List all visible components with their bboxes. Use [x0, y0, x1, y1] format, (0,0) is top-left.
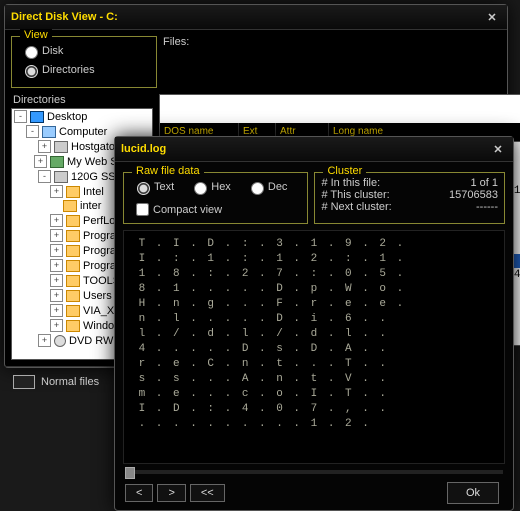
- lucid-title: lucid.log: [121, 143, 489, 155]
- normal-files-toggle[interactable]: Normal files: [13, 375, 99, 389]
- folder-icon: [66, 215, 80, 227]
- lucid-window: lucid.log ✕ Raw file data Text Hex Dec C…: [114, 136, 514, 511]
- radio-text[interactable]: Text: [132, 179, 174, 195]
- drive-icon: [54, 141, 68, 153]
- view-legend: View: [20, 29, 52, 41]
- lucid-titlebar[interactable]: lucid.log ✕: [115, 137, 513, 162]
- drive-icon: [54, 171, 68, 183]
- folder-icon: [66, 260, 80, 272]
- folder-icon: [66, 320, 80, 332]
- next-button[interactable]: >: [157, 484, 185, 502]
- folder-icon: [66, 305, 80, 317]
- tree-item-label: inter: [80, 200, 101, 212]
- expand-icon[interactable]: +: [34, 155, 47, 168]
- expand-icon[interactable]: +: [50, 214, 63, 227]
- close-icon[interactable]: ✕: [489, 140, 507, 158]
- site-icon: [50, 156, 64, 168]
- radio-hex[interactable]: Hex: [189, 179, 231, 195]
- cluster-group: Cluster # In this file:1 of 1 # This clu…: [314, 172, 505, 224]
- radio-directories[interactable]: Directories: [20, 62, 95, 78]
- tree-item-label: Desktop: [47, 111, 87, 123]
- folder-icon: [66, 275, 80, 287]
- folder-icon: [66, 245, 80, 257]
- expand-icon[interactable]: +: [50, 259, 63, 272]
- raw-data-view[interactable]: T . I . D . : . 3 . 1 . 9 . 2 . I . : . …: [123, 230, 505, 464]
- radio-dec[interactable]: Dec: [246, 179, 288, 195]
- tree-item-label: Computer: [59, 126, 107, 138]
- raw-data-group: Raw file data Text Hex Dec Compact view: [123, 172, 308, 224]
- expand-icon[interactable]: +: [50, 319, 63, 332]
- raw-legend: Raw file data: [132, 165, 204, 177]
- radio-disk[interactable]: Disk: [20, 43, 63, 59]
- expand-icon[interactable]: +: [50, 304, 63, 317]
- tree-item[interactable]: - Desktop: [12, 109, 152, 124]
- expand-icon[interactable]: +: [38, 334, 51, 347]
- expand-icon[interactable]: -: [14, 110, 27, 123]
- tree-item-label: Hostgator: [71, 141, 119, 153]
- desktop-icon: [30, 111, 44, 123]
- close-icon[interactable]: ✕: [483, 8, 501, 26]
- expand-icon[interactable]: +: [50, 244, 63, 257]
- expand-icon[interactable]: -: [38, 170, 51, 183]
- rewind-button[interactable]: <<: [190, 484, 225, 502]
- slider-thumb[interactable]: [125, 467, 135, 479]
- tree-item-label: Users: [83, 290, 112, 302]
- tree-item-label: Intel: [83, 186, 104, 198]
- expand-icon[interactable]: +: [50, 185, 63, 198]
- cluster-legend: Cluster: [323, 165, 366, 177]
- folder-icon: [66, 230, 80, 242]
- normal-files-swatch: [13, 375, 35, 389]
- dvd-icon: [54, 335, 66, 347]
- expand-icon[interactable]: -: [26, 125, 39, 138]
- folder-icon: [66, 290, 80, 302]
- files-label: Files:: [163, 36, 507, 48]
- compact-view-check[interactable]: Compact view: [132, 200, 299, 219]
- main-titlebar[interactable]: Direct Disk View - C: ✕: [5, 5, 507, 30]
- expand-icon[interactable]: +: [50, 229, 63, 242]
- expand-icon[interactable]: +: [38, 140, 51, 153]
- folder-icon: [66, 186, 80, 198]
- lucid-ok-button[interactable]: Ok: [447, 482, 499, 504]
- main-title: Direct Disk View - C:: [11, 11, 483, 23]
- position-slider[interactable]: [125, 470, 503, 474]
- directories-label: Directories: [13, 94, 159, 106]
- expand-icon[interactable]: +: [50, 274, 63, 287]
- expand-icon[interactable]: +: [50, 289, 63, 302]
- view-group: View Disk Directories: [11, 36, 157, 88]
- computer-icon: [42, 126, 56, 138]
- folder-icon: [63, 200, 77, 212]
- prev-button[interactable]: <: [125, 484, 153, 502]
